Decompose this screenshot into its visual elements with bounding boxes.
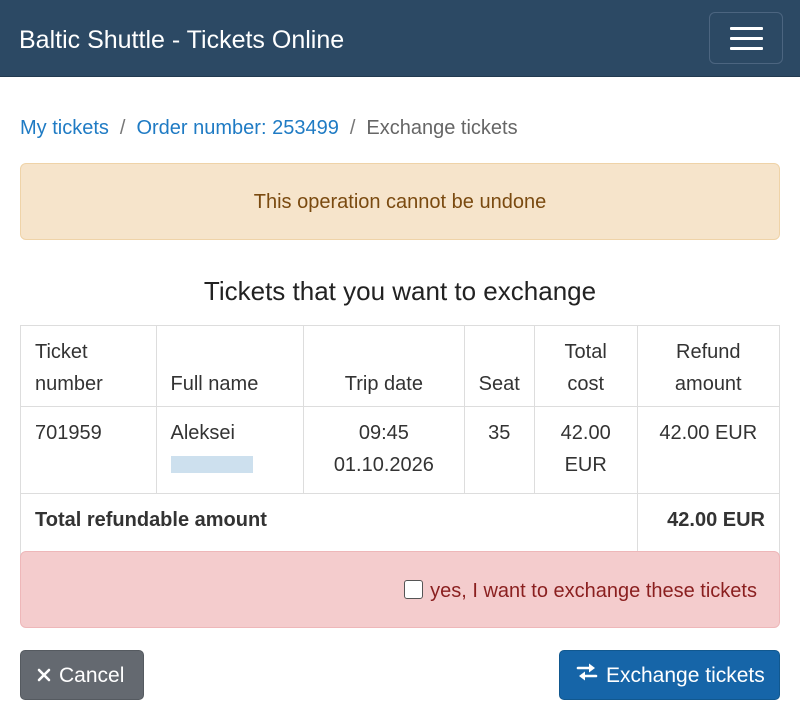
passenger-first-name: Aleksei	[170, 422, 235, 444]
brand-title[interactable]: Baltic Shuttle - Tickets Online	[19, 24, 344, 56]
breadcrumb-separator: /	[119, 117, 126, 139]
menu-toggle-button[interactable]	[709, 12, 783, 64]
breadcrumb-my-tickets-link[interactable]: My tickets	[20, 117, 109, 139]
tickets-table: Ticket number Full name Trip date Seat T…	[20, 325, 781, 573]
cancel-button[interactable]: Cancel	[20, 650, 144, 700]
table-header-row: Ticket number Full name Trip date Seat T…	[20, 325, 781, 407]
header-trip-date: Trip date	[303, 325, 465, 407]
cell-full-name: Aleksei	[155, 406, 305, 494]
exchange-arrows-icon	[576, 651, 598, 701]
redacted-last-name	[170, 456, 253, 473]
header-total-cost: Total cost	[533, 325, 638, 407]
confirm-label[interactable]: yes, I want to exchange these tickets	[404, 577, 757, 605]
header-full-name: Full name	[155, 325, 305, 407]
header-refund-amount: Refund amount	[636, 325, 781, 407]
breadcrumb-separator: /	[349, 117, 356, 139]
breadcrumb-current: Exchange tickets	[366, 117, 518, 139]
breadcrumb-order-link[interactable]: Order number: 253499	[136, 117, 338, 139]
confirm-text: yes, I want to exchange these tickets	[430, 580, 757, 602]
breadcrumb: My tickets / Order number: 253499 / Exchange…	[20, 114, 518, 142]
close-icon	[37, 651, 51, 701]
exchange-tickets-button[interactable]: Exchange tickets	[559, 650, 780, 700]
warning-alert: This operation cannot be undone	[20, 163, 780, 240]
table-row: 701959 Aleksei 09:45 01.10.2026 35 42.00…	[20, 406, 781, 494]
header-seat: Seat	[463, 325, 535, 407]
section-title: Tickets that you want to exchange	[203, 276, 597, 306]
cell-seat: 35	[463, 406, 535, 494]
cancel-label: Cancel	[59, 664, 125, 687]
cell-trip-date: 09:45 01.10.2026	[303, 406, 465, 494]
confirm-checkbox[interactable]	[404, 580, 424, 599]
cell-total-cost: 42.00 EUR	[533, 406, 638, 494]
cell-refund-amount: 42.00 EUR	[636, 406, 781, 494]
header-ticket-number: Ticket number	[20, 325, 157, 407]
cell-ticket-number: 701959	[20, 406, 157, 494]
confirm-alert: yes, I want to exchange these tickets	[20, 551, 780, 628]
top-navbar: Baltic Shuttle - Tickets Online	[0, 0, 800, 77]
trip-date: 01.10.2026	[333, 454, 434, 476]
trip-time: 09:45	[358, 422, 409, 444]
exchange-label: Exchange tickets	[606, 664, 765, 687]
